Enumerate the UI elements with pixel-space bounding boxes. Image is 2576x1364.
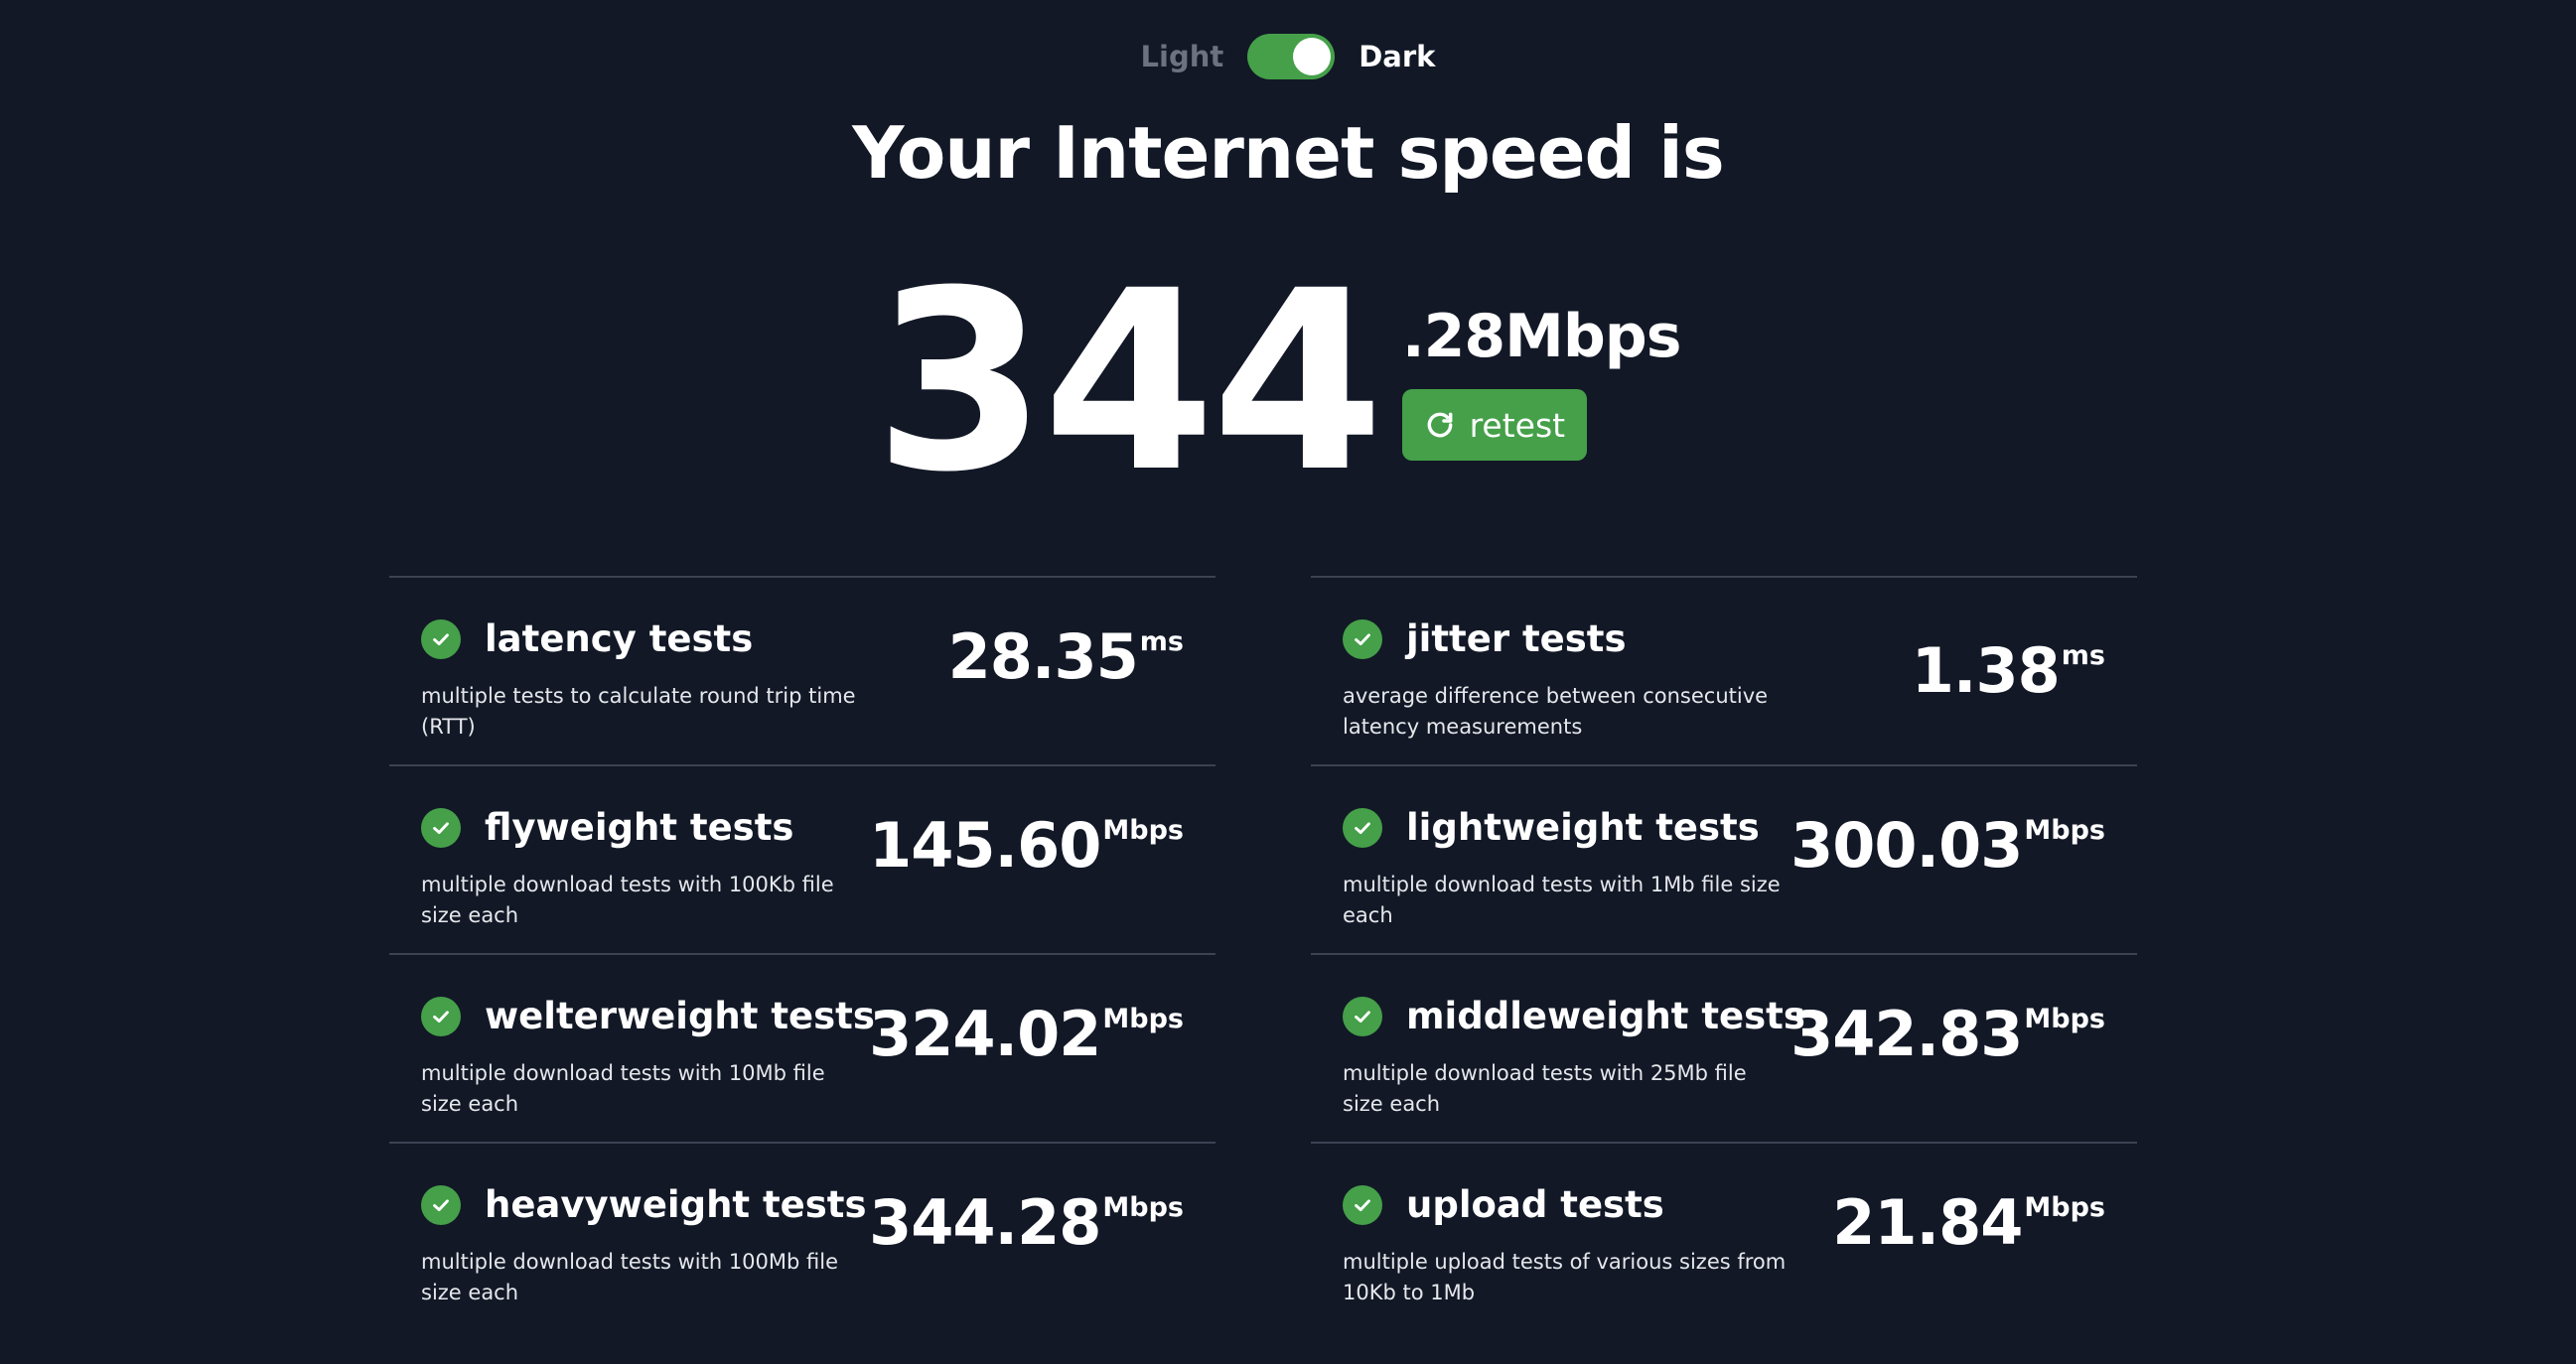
result-description: multiple download tests with 25Mb file s… [1343, 1061, 1747, 1116]
result-card: heavyweight tests multiple download tests… [389, 1142, 1216, 1330]
check-icon [1343, 1184, 1382, 1225]
result-number: 21.84 [1832, 1186, 2023, 1259]
result-card: welterweight tests multiple download test… [389, 953, 1216, 1142]
result-title: lightweight tests [1406, 806, 1760, 849]
speed-result: 344 .28Mbps retest [874, 237, 1682, 526]
result-description: average difference between consecutive l… [1343, 684, 1769, 739]
result-header: latency tests [421, 617, 753, 660]
result-unit: Mbps [2024, 815, 2105, 846]
result-header: heavyweight tests [421, 1183, 867, 1226]
result-unit: Mbps [2024, 1192, 2105, 1223]
result-title: middleweight tests [1406, 995, 1805, 1037]
result-title: latency tests [485, 617, 754, 660]
speed-test-page: Light Dark Your Internet speed is 344 .2… [0, 0, 2576, 1364]
result-value: 342.83 Mbps [1790, 999, 2105, 1070]
result-value: 1.38 ms [1912, 635, 2105, 707]
result-title: flyweight tests [485, 806, 794, 849]
result-title: welterweight tests [485, 995, 875, 1037]
check-icon [1343, 618, 1382, 659]
result-unit: Mbps [1102, 1004, 1184, 1034]
result-card: flyweight tests multiple download tests w… [389, 764, 1216, 953]
result-unit: ms [1139, 626, 1184, 657]
result-card: lightweight tests multiple download tests… [1311, 764, 2137, 953]
result-title: jitter tests [1406, 617, 1627, 660]
result-unit: Mbps [1102, 1192, 1184, 1223]
retest-button[interactable]: retest [1401, 389, 1587, 461]
result-value: 28.35 ms [948, 621, 1184, 693]
theme-dark-label[interactable]: Dark [1359, 40, 1435, 73]
result-description: multiple tests to calculate round trip t… [421, 684, 856, 739]
result-value: 300.03 Mbps [1790, 810, 2105, 882]
result-number: 300.03 [1790, 809, 2023, 882]
speed-fraction-unit: .28Mbps [1401, 302, 1682, 371]
result-card: latency tests multiple tests to calculate… [389, 576, 1216, 764]
result-header: lightweight tests [1343, 806, 1760, 849]
switch-knob [1293, 38, 1332, 75]
check-icon [1343, 807, 1382, 848]
result-card: upload tests multiple upload tests of var… [1311, 1142, 2137, 1330]
result-unit: ms [2061, 640, 2105, 671]
result-description: multiple download tests with 100Kb file … [421, 873, 834, 927]
result-header: flyweight tests [421, 806, 793, 849]
result-value: 344.28 Mbps [869, 1187, 1184, 1259]
result-number: 145.60 [869, 809, 1101, 882]
result-header: middleweight tests [1343, 995, 1805, 1037]
speed-side: .28Mbps retest [1401, 302, 1682, 461]
check-icon [421, 996, 461, 1036]
result-value: 145.60 Mbps [869, 810, 1184, 882]
theme-switch[interactable] [1247, 34, 1336, 79]
check-icon [421, 618, 461, 659]
page-title: Your Internet speed is [852, 111, 1724, 195]
speed-integer: 344 [874, 237, 1384, 526]
retest-label: retest [1469, 405, 1566, 445]
result-description: multiple download tests with 1Mb file si… [1343, 873, 1781, 927]
result-number: 344.28 [869, 1186, 1101, 1259]
check-icon [1343, 996, 1382, 1036]
result-number: 1.38 [1911, 634, 2061, 707]
check-icon [421, 807, 461, 848]
result-header: welterweight tests [421, 995, 875, 1037]
result-card: middleweight tests multiple download test… [1311, 953, 2137, 1142]
result-title: heavyweight tests [485, 1183, 867, 1226]
result-unit: Mbps [1102, 815, 1184, 846]
result-description: multiple upload tests of various sizes f… [1343, 1250, 1787, 1304]
result-number: 324.02 [869, 998, 1101, 1070]
theme-toggle: Light Dark [0, 34, 2576, 79]
result-value: 324.02 Mbps [869, 999, 1184, 1070]
theme-light-label[interactable]: Light [1141, 40, 1224, 73]
result-unit: Mbps [2024, 1004, 2105, 1034]
result-title: upload tests [1406, 1183, 1664, 1226]
result-description: multiple download tests with 100Mb file … [421, 1250, 839, 1304]
result-value: 21.84 Mbps [1832, 1187, 2105, 1259]
result-description: multiple download tests with 10Mb file s… [421, 1061, 825, 1116]
result-number: 28.35 [947, 620, 1139, 693]
result-number: 342.83 [1790, 998, 2023, 1070]
result-card: jitter tests average difference between c… [1311, 576, 2137, 764]
results-grid: latency tests multiple tests to calculate… [389, 576, 2137, 1330]
check-icon [421, 1184, 461, 1225]
refresh-icon [1424, 409, 1456, 441]
result-header: upload tests [1343, 1183, 1664, 1226]
result-header: jitter tests [1343, 617, 1626, 660]
